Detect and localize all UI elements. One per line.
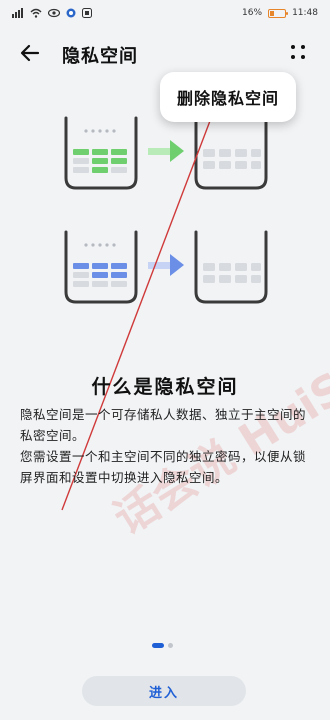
page-dot [168,643,173,648]
delete-private-space-tooltip[interactable]: 删除隐私空间 [160,72,296,122]
enter-button[interactable]: 进入 [82,676,246,706]
description-paragraph-2: 您需设置一个和主空间不同的独立密码，以便从锁屏界面和设置中切换进入隐私空间。 [20,449,307,485]
description: 隐私空间是一个可存储私人数据、独立于主空间的私密空间。 您需设置一个和主空间不同… [20,404,312,488]
section-title: 什么是隐私空间 [91,376,239,398]
page-dot-active [152,643,164,648]
page-indicator [152,643,173,648]
description-paragraph-1: 隐私空间是一个可存储私人数据、独立于主空间的私密空间。 [20,407,307,443]
